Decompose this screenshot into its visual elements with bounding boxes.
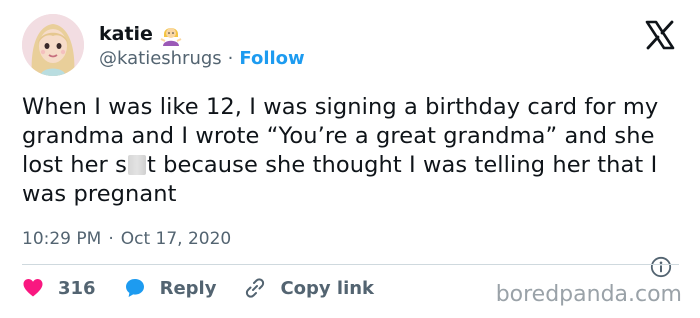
tweet-card: katie @katieshrugs · Follow When I was l… — [0, 0, 700, 318]
tweet-time: 10:29 PM — [22, 229, 102, 249]
tweet-text: When I was like 12, I was signing a birt… — [22, 93, 682, 209]
like-count: 316 — [58, 277, 96, 299]
reply-label: Reply — [159, 277, 217, 299]
tweet-date: Oct 17, 2020 — [120, 229, 232, 249]
divider — [22, 264, 679, 265]
timestamp-separator: · — [108, 229, 114, 249]
reply-bubble-icon — [125, 279, 144, 297]
heart-icon — [23, 279, 43, 297]
user-handle[interactable]: @katieshrugs — [99, 48, 222, 69]
avatar[interactable] — [22, 14, 84, 76]
info-icon[interactable] — [650, 256, 672, 278]
display-name[interactable]: katie — [99, 23, 153, 45]
link-icon — [246, 278, 265, 298]
timestamp[interactable]: 10:29 PM · Oct 17, 2020 — [22, 229, 231, 249]
copy-link-button[interactable]: Copy link — [244, 277, 374, 299]
like-button[interactable]: 316 — [22, 277, 96, 299]
x-logo-icon[interactable] — [644, 19, 676, 51]
reply-button[interactable]: Reply — [124, 277, 217, 299]
censor-block — [127, 155, 146, 175]
copy-link-label: Copy link — [280, 277, 375, 299]
follow-button[interactable]: Follow — [239, 48, 304, 69]
avatar-icon — [22, 14, 84, 76]
action-bar: 316 Reply Copy link — [22, 277, 402, 299]
woman-shrugging-emoji-icon — [159, 22, 183, 46]
handle-separator: · — [227, 48, 234, 69]
handle-row: @katieshrugs · Follow — [99, 48, 305, 69]
name-row: katie — [99, 22, 183, 46]
watermark: boredpanda.com — [495, 282, 682, 307]
